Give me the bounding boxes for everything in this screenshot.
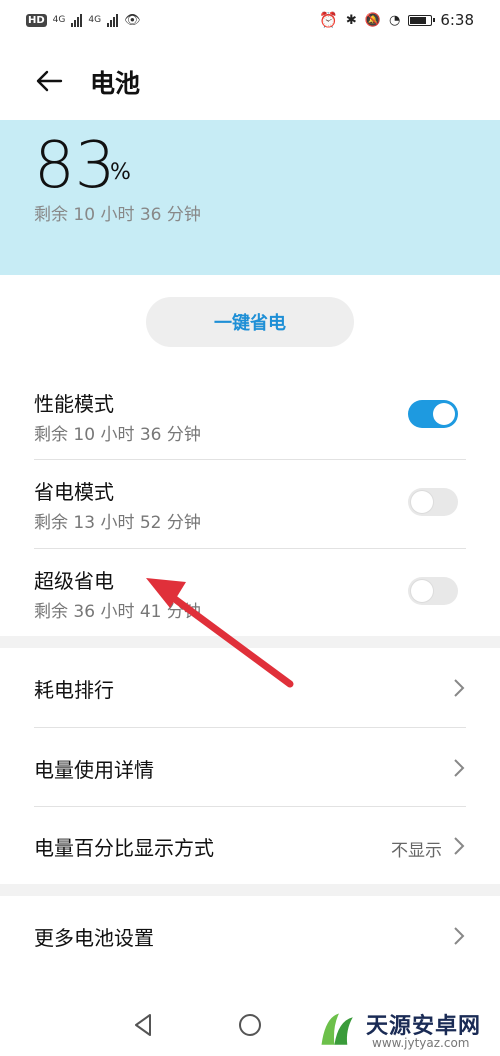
mode-title: 超级省电 bbox=[34, 569, 114, 593]
watermark: 天源安卓网 www.jytyaz.com bbox=[312, 1006, 500, 1056]
settings-row-consumption-ranking[interactable]: 耗电排行 bbox=[34, 648, 466, 726]
watermark-url: www.jytyaz.com bbox=[372, 1036, 470, 1050]
settings-row-usage-details[interactable]: 电量使用详情 bbox=[34, 728, 466, 806]
watermark-logo bbox=[321, 1013, 353, 1045]
network-label-2: 4G bbox=[88, 15, 102, 25]
bluetooth-icon: ✱ bbox=[345, 12, 357, 28]
clock: 6:38 bbox=[440, 11, 474, 29]
more-settings-label: 更多电池设置 bbox=[34, 926, 154, 950]
eye-icon: 👁 bbox=[124, 12, 141, 28]
back-arrow-icon[interactable] bbox=[34, 66, 64, 96]
divider bbox=[34, 459, 466, 460]
mode-row-ultra-saving[interactable]: 超级省电 剩余 36 小时 41 分钟 bbox=[34, 557, 466, 627]
settings-row-percentage-display[interactable]: 电量百分比显示方式 不显示 bbox=[34, 806, 466, 884]
mode-title: 性能模式 bbox=[34, 392, 114, 416]
remaining-time: 剩余 10 小时 36 分钟 bbox=[34, 205, 201, 225]
power-saving-toggle[interactable] bbox=[408, 488, 458, 516]
one-tap-save-button[interactable]: 一键省电 bbox=[146, 297, 354, 347]
status-bar: HD 4G 4G 👁 ⏰ ✱ 🔕 ◔ 6:38 bbox=[0, 0, 500, 40]
toggle-knob bbox=[411, 580, 433, 602]
alarm-icon: ⏰ bbox=[319, 11, 338, 29]
app-header: 电池 bbox=[0, 52, 500, 112]
mute-icon: 🔕 bbox=[364, 12, 381, 28]
signal-icon bbox=[107, 13, 119, 27]
status-right: ⏰ ✱ 🔕 ◔ 6:38 bbox=[319, 10, 474, 30]
battery-percent: 83 bbox=[34, 129, 116, 203]
battery-fill bbox=[410, 16, 427, 24]
settings-label: 耗电排行 bbox=[34, 678, 114, 702]
performance-toggle[interactable] bbox=[408, 400, 458, 428]
toggle-knob bbox=[433, 403, 455, 425]
page-title: 电池 bbox=[90, 69, 141, 98]
chevron-right-icon bbox=[454, 927, 465, 945]
divider bbox=[34, 548, 466, 549]
settings-row-more[interactable]: 更多电池设置 bbox=[34, 896, 466, 974]
battery-icon bbox=[408, 14, 436, 26]
mode-row-performance[interactable]: 性能模式 剩余 10 小时 36 分钟 bbox=[34, 380, 466, 450]
settings-label: 电量百分比显示方式 bbox=[34, 836, 214, 860]
nav-back-icon[interactable] bbox=[128, 1010, 158, 1040]
status-left: HD 4G 4G 👁 bbox=[26, 10, 141, 30]
section-gap bbox=[0, 884, 500, 896]
mode-row-power-saving[interactable]: 省电模式 剩余 13 小时 52 分钟 bbox=[34, 468, 466, 538]
chevron-right-icon bbox=[454, 837, 465, 855]
data-saver-icon: ◔ bbox=[388, 12, 401, 28]
settings-label: 电量使用详情 bbox=[34, 758, 154, 782]
mode-subtitle: 剩余 36 小时 41 分钟 bbox=[34, 602, 201, 622]
percentage-display-value: 不显示 bbox=[391, 841, 442, 861]
mode-title: 省电模式 bbox=[34, 480, 114, 504]
hd-badge: HD bbox=[26, 13, 47, 27]
chevron-right-icon bbox=[454, 679, 465, 697]
mode-subtitle: 剩余 13 小时 52 分钟 bbox=[34, 513, 201, 533]
nav-home-icon[interactable] bbox=[235, 1010, 265, 1040]
battery-summary: 83 % 剩余 10 小时 36 分钟 bbox=[0, 120, 500, 275]
section-gap bbox=[0, 636, 500, 648]
mode-subtitle: 剩余 10 小时 36 分钟 bbox=[34, 425, 201, 445]
percent-sign: % bbox=[110, 160, 131, 185]
network-label-1: 4G bbox=[52, 15, 66, 25]
signal-icon bbox=[71, 13, 83, 27]
chevron-right-icon bbox=[454, 759, 465, 777]
toggle-knob bbox=[411, 491, 433, 513]
ultra-saving-toggle[interactable] bbox=[408, 577, 458, 605]
